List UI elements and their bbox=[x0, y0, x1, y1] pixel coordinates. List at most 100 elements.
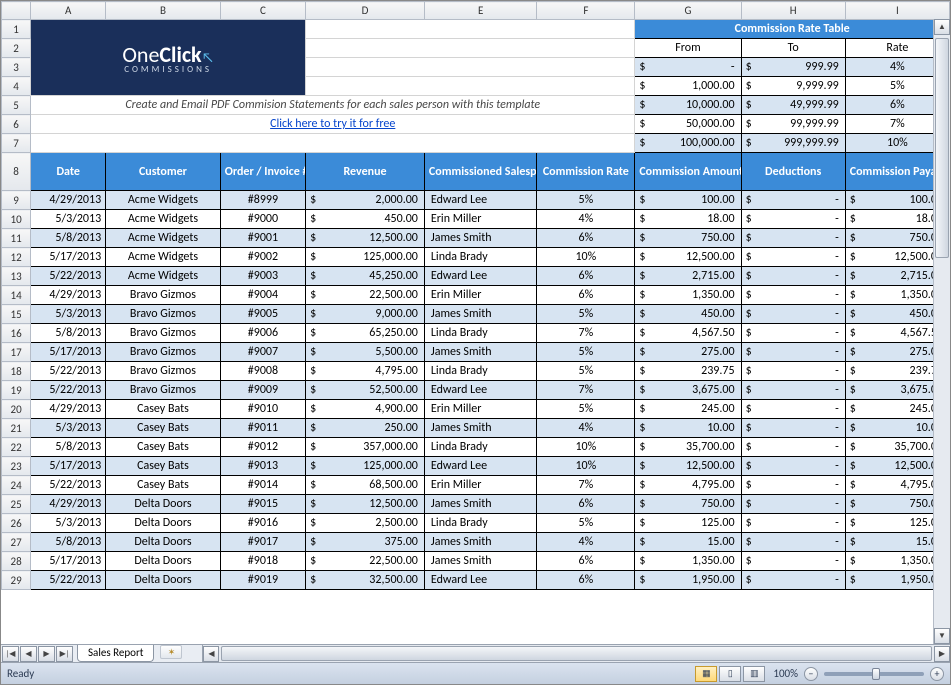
cell-amount[interactable]: 239.75 bbox=[635, 362, 741, 381]
cell-salesperson[interactable]: James Smith bbox=[424, 229, 537, 248]
cell-salesperson[interactable]: Linda Brady bbox=[424, 362, 537, 381]
cell-deductions[interactable]: - bbox=[741, 438, 845, 457]
rate-to[interactable]: 9,999.99 bbox=[741, 77, 845, 96]
cell-order[interactable]: #9005 bbox=[220, 305, 305, 324]
cell-amount[interactable]: 18.00 bbox=[635, 210, 741, 229]
cell-amount[interactable]: 4,795.00 bbox=[635, 476, 741, 495]
row-header[interactable]: 28 bbox=[2, 552, 31, 571]
cell-revenue[interactable]: 250.00 bbox=[306, 419, 425, 438]
col-header[interactable]: C bbox=[220, 2, 305, 20]
promo-link[interactable]: Click here to try it for free bbox=[31, 115, 635, 134]
cell-deductions[interactable]: - bbox=[741, 229, 845, 248]
cell-customer[interactable]: Bravo Gizmos bbox=[106, 324, 221, 343]
row-header[interactable]: 14 bbox=[2, 286, 31, 305]
row-header[interactable]: 20 bbox=[2, 400, 31, 419]
cell-amount[interactable]: 12,500.00 bbox=[635, 457, 741, 476]
vertical-scrollbar[interactable]: ▲ ▼ bbox=[933, 19, 950, 644]
cell-salesperson[interactable]: Edward Lee bbox=[424, 381, 537, 400]
cell-salesperson[interactable]: James Smith bbox=[424, 305, 537, 324]
cell-amount[interactable]: 15.00 bbox=[635, 533, 741, 552]
cell-salesperson[interactable]: Edward Lee bbox=[424, 571, 537, 590]
cell-customer[interactable]: Casey Bats bbox=[106, 476, 221, 495]
cell-amount[interactable]: 2,715.00 bbox=[635, 267, 741, 286]
cell-rate[interactable]: 6% bbox=[537, 286, 635, 305]
cell-amount[interactable]: 100.00 bbox=[635, 191, 741, 210]
cell-rate[interactable]: 10% bbox=[537, 248, 635, 267]
rate-from[interactable]: - bbox=[635, 58, 741, 77]
row-header[interactable]: 16 bbox=[2, 324, 31, 343]
grid-area[interactable]: A B C D E F G H I 1 OneClick↖ COMMISSION… bbox=[1, 1, 950, 644]
cell-customer[interactable]: Bravo Gizmos bbox=[106, 343, 221, 362]
cell-deductions[interactable]: - bbox=[741, 381, 845, 400]
view-page-break-icon[interactable]: ▥ bbox=[743, 666, 765, 682]
cell-rate[interactable]: 6% bbox=[537, 495, 635, 514]
cell-rate[interactable]: 5% bbox=[537, 305, 635, 324]
cell-order[interactable]: #8999 bbox=[220, 191, 305, 210]
cell-order[interactable]: #9006 bbox=[220, 324, 305, 343]
row-header[interactable]: 3 bbox=[2, 58, 31, 77]
scroll-down-icon[interactable]: ▼ bbox=[934, 628, 950, 644]
rate-from[interactable]: 100,000.00 bbox=[635, 134, 741, 153]
cell-rate[interactable]: 6% bbox=[537, 229, 635, 248]
cell-date[interactable]: 5/22/2013 bbox=[31, 362, 106, 381]
view-normal-icon[interactable]: ▦ bbox=[695, 666, 717, 682]
cell-amount[interactable]: 125.00 bbox=[635, 514, 741, 533]
cell-customer[interactable]: Delta Doors bbox=[106, 514, 221, 533]
cell-salesperson[interactable]: Erin Miller bbox=[424, 286, 537, 305]
cell-amount[interactable]: 1,350.00 bbox=[635, 286, 741, 305]
cell-date[interactable]: 5/17/2013 bbox=[31, 552, 106, 571]
cell-deductions[interactable]: - bbox=[741, 419, 845, 438]
scroll-right-icon[interactable]: ▶ bbox=[934, 646, 950, 662]
cell-order[interactable]: #9015 bbox=[220, 495, 305, 514]
cell-deductions[interactable]: - bbox=[741, 267, 845, 286]
cell-deductions[interactable]: - bbox=[741, 476, 845, 495]
cell-revenue[interactable]: 5,500.00 bbox=[306, 343, 425, 362]
cell-order[interactable]: #9009 bbox=[220, 381, 305, 400]
row-header[interactable]: 25 bbox=[2, 495, 31, 514]
row-header[interactable]: 1 bbox=[2, 20, 31, 39]
cell-deductions[interactable]: - bbox=[741, 343, 845, 362]
cell-rate[interactable]: 7% bbox=[537, 381, 635, 400]
cell-order[interactable]: #9002 bbox=[220, 248, 305, 267]
cell-date[interactable]: 5/22/2013 bbox=[31, 381, 106, 400]
rate-from[interactable]: 10,000.00 bbox=[635, 96, 741, 115]
cell-customer[interactable]: Acme Widgets bbox=[106, 210, 221, 229]
row-header[interactable]: 22 bbox=[2, 438, 31, 457]
cell-customer[interactable]: Acme Widgets bbox=[106, 229, 221, 248]
cell-revenue[interactable]: 2,000.00 bbox=[306, 191, 425, 210]
scroll-left-icon[interactable]: ◀ bbox=[203, 646, 219, 662]
cell-revenue[interactable]: 4,900.00 bbox=[306, 400, 425, 419]
zoom-thumb[interactable] bbox=[872, 668, 880, 680]
cell-salesperson[interactable]: James Smith bbox=[424, 552, 537, 571]
cell-deductions[interactable]: - bbox=[741, 533, 845, 552]
row-header[interactable]: 2 bbox=[2, 39, 31, 58]
cell-deductions[interactable]: - bbox=[741, 457, 845, 476]
cell-salesperson[interactable]: Edward Lee bbox=[424, 191, 537, 210]
cell-order[interactable]: #9010 bbox=[220, 400, 305, 419]
cell-salesperson[interactable]: Erin Miller bbox=[424, 476, 537, 495]
cell-salesperson[interactable]: Erin Miller bbox=[424, 400, 537, 419]
cell-customer[interactable]: Bravo Gizmos bbox=[106, 381, 221, 400]
row-header[interactable]: 7 bbox=[2, 134, 31, 153]
horizontal-scrollbar[interactable]: ◀ ▶ bbox=[202, 645, 950, 662]
scroll-thumb[interactable] bbox=[935, 38, 949, 258]
row-header[interactable]: 15 bbox=[2, 305, 31, 324]
cell-deductions[interactable]: - bbox=[741, 191, 845, 210]
cell-date[interactable]: 5/8/2013 bbox=[31, 438, 106, 457]
zoom-slider[interactable] bbox=[824, 672, 924, 676]
row-header[interactable]: 21 bbox=[2, 419, 31, 438]
cell-deductions[interactable]: - bbox=[741, 552, 845, 571]
cell-salesperson[interactable]: James Smith bbox=[424, 495, 537, 514]
cell-order[interactable]: #9000 bbox=[220, 210, 305, 229]
row-header[interactable]: 27 bbox=[2, 533, 31, 552]
cell-customer[interactable]: Acme Widgets bbox=[106, 267, 221, 286]
cell-order[interactable]: #9007 bbox=[220, 343, 305, 362]
cell-deductions[interactable]: - bbox=[741, 286, 845, 305]
cell-date[interactable]: 5/3/2013 bbox=[31, 419, 106, 438]
hscroll-thumb[interactable] bbox=[221, 646, 932, 661]
cell-rate[interactable]: 5% bbox=[537, 362, 635, 381]
cell-date[interactable]: 5/8/2013 bbox=[31, 533, 106, 552]
cell-revenue[interactable]: 68,500.00 bbox=[306, 476, 425, 495]
cell-customer[interactable]: Delta Doors bbox=[106, 571, 221, 590]
row-header[interactable]: 13 bbox=[2, 267, 31, 286]
